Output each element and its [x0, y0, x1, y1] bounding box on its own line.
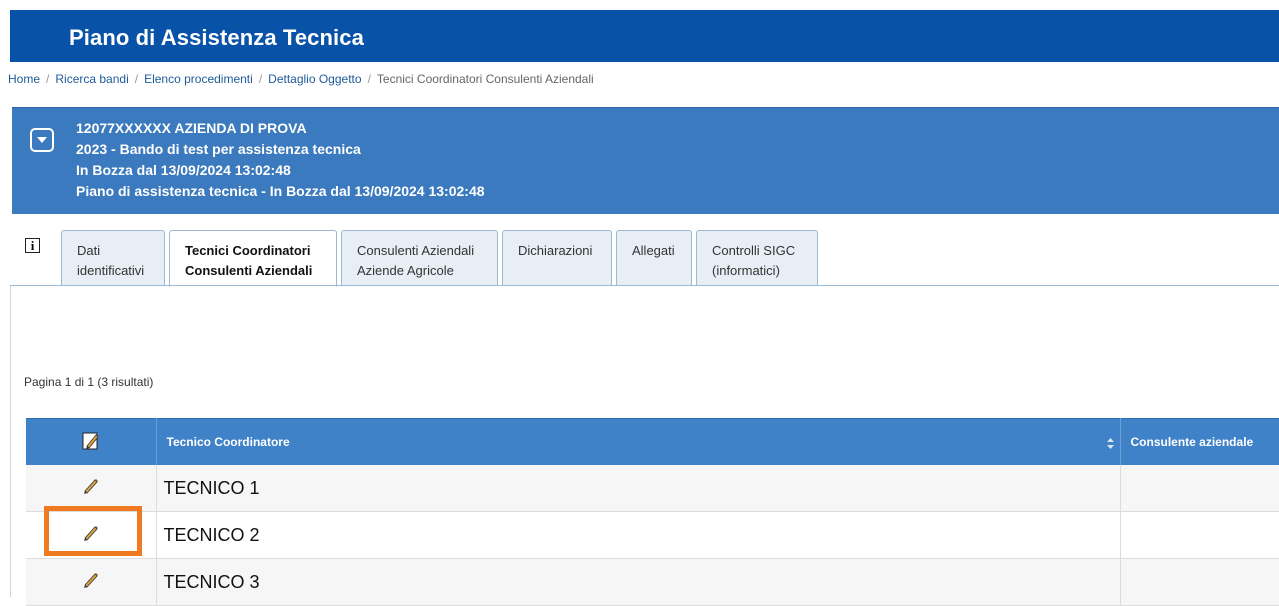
breadcrumb: Home / Ricerca bandi / Elenco procedimenti / D…	[8, 72, 594, 86]
breadcrumb-elenco-procedimenti[interactable]: Elenco procedimenti	[144, 72, 253, 86]
tab-label: Allegati	[632, 243, 675, 258]
table-cell-action	[26, 558, 157, 606]
tab-consulenti-aziendali[interactable]: Consulenti Aziendali Aziende Agricole	[341, 230, 498, 285]
tab-label: Consulenti Aziendali	[357, 243, 475, 258]
pagination-info: Pagina 1 di 1 (3 risultati)	[24, 375, 154, 389]
edit-pencil-icon	[81, 432, 101, 454]
table-row: TECNICO 2	[26, 511, 1279, 559]
tab-tecnici-coordinatori[interactable]: Tecnici Coordinatori Consulenti Aziendal…	[169, 230, 337, 287]
summary-lines: 12077XXXXXX AZIENDA DI PROVA 2023 - Band…	[76, 118, 485, 202]
tab-controlli-sigc[interactable]: Controlli SIGC (informatici)	[696, 230, 818, 285]
table-header-row: Tecnico Coordinatore Consulente aziendal…	[26, 418, 1279, 465]
column-header-consulente[interactable]: Consulente aziendale	[1120, 418, 1279, 465]
summary-panel: 12077XXXXXX AZIENDA DI PROVA 2023 - Band…	[12, 107, 1279, 214]
chevron-down-icon[interactable]	[30, 128, 54, 152]
tab-label: Consulenti Aziendali	[185, 263, 313, 278]
summary-company: 12077XXXXXX AZIENDA DI PROVA	[76, 120, 307, 136]
table-cell-action	[26, 465, 157, 512]
info-icon[interactable]: i	[25, 238, 40, 253]
table-cell-consulente	[1120, 558, 1279, 606]
edit-pencil-icon[interactable]	[81, 570, 101, 595]
table-cell-consulente	[1120, 465, 1279, 512]
edit-pencil-icon[interactable]	[81, 523, 101, 548]
tab-label: Aziende Agricole	[357, 263, 454, 278]
tab-label: identificativi	[77, 263, 145, 278]
column-header-label: Consulente aziendale	[1130, 435, 1254, 449]
breadcrumb-ricerca-bandi[interactable]: Ricerca bandi	[55, 72, 128, 86]
table-cell-consulente	[1120, 511, 1279, 559]
breadcrumb-separator: /	[367, 72, 371, 86]
app-title: Piano di Assistenza Tecnica	[69, 25, 364, 50]
tab-label: Controlli SIGC	[712, 243, 796, 258]
table-row: TECNICO 1	[26, 465, 1279, 512]
column-header-tecnico[interactable]: Tecnico Coordinatore	[156, 418, 1121, 465]
tab-label: Dichiarazioni	[518, 243, 593, 258]
edit-pencil-icon[interactable]	[81, 476, 101, 501]
sort-icon[interactable]	[1106, 438, 1114, 449]
breadcrumb-separator: /	[258, 72, 263, 86]
table-row: TECNICO 3	[26, 558, 1279, 606]
summary-status: In Bozza dal 13/09/2024 13:02:48	[76, 162, 291, 178]
table-cell-tecnico: TECNICO 1	[156, 465, 1121, 512]
results-table: Tecnico Coordinatore Consulente aziendal…	[26, 418, 1279, 606]
summary-bando: 2023 - Bando di test per assistenza tecn…	[76, 141, 361, 157]
column-header-actions	[26, 418, 157, 465]
content-border	[10, 286, 11, 597]
breadcrumb-current: Tecnici Coordinatori Consulenti Aziendal…	[376, 72, 594, 86]
table-cell-action	[26, 511, 157, 559]
tab-dati-identificativi[interactable]: Dati identificativi	[61, 230, 165, 285]
app-header: Piano di Assistenza Tecnica	[10, 10, 1279, 62]
breadcrumb-separator: /	[134, 72, 139, 86]
tab-divider	[10, 285, 1279, 286]
breadcrumb-separator: /	[46, 72, 50, 86]
table-cell-tecnico: TECNICO 2	[156, 511, 1121, 559]
breadcrumb-dettaglio-oggetto[interactable]: Dettaglio Oggetto	[268, 72, 361, 86]
tab-dichiarazioni[interactable]: Dichiarazioni	[502, 230, 612, 285]
tab-allegati[interactable]: Allegati	[616, 230, 692, 285]
tab-label: Tecnici Coordinatori	[185, 243, 311, 258]
table-cell-tecnico: TECNICO 3	[156, 558, 1121, 606]
tab-label: Dati	[77, 243, 101, 258]
tab-label: (informatici)	[712, 263, 780, 278]
breadcrumb-home[interactable]: Home	[8, 72, 40, 86]
column-header-label: Tecnico Coordinatore	[166, 435, 290, 449]
summary-plan-status: Piano di assistenza tecnica - In Bozza d…	[76, 183, 485, 199]
